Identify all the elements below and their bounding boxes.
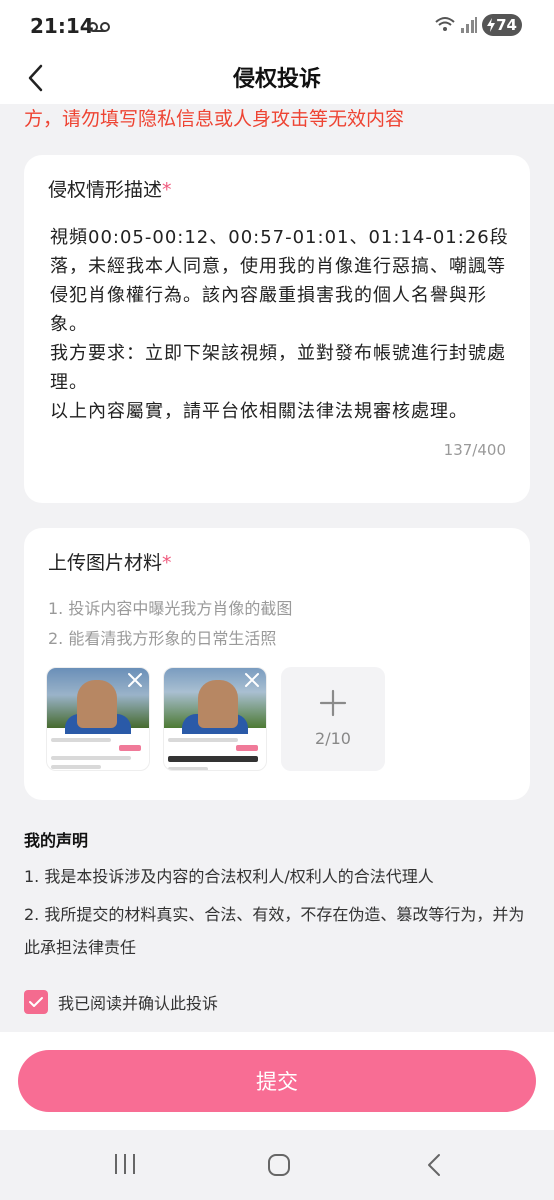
person-head bbox=[77, 680, 117, 728]
page-title: 侵权投诉 bbox=[232, 67, 321, 92]
image-count: 2/10 bbox=[315, 729, 351, 748]
recent-apps-icon[interactable] bbox=[112, 1152, 138, 1180]
description-title-text: 侵权情形描述 bbox=[48, 179, 163, 201]
upload-hint-2: 2. 能看清我方形象的日常生活照 bbox=[48, 629, 277, 648]
description-card: 侵权情形描述* 視頻00:05-00:12、00:57-01:01、01:14-… bbox=[24, 155, 530, 503]
system-navigation-bar bbox=[0, 1130, 554, 1200]
wifi-icon bbox=[434, 14, 456, 38]
upload-title-text: 上传图片材料 bbox=[48, 552, 163, 574]
agree-checkbox[interactable] bbox=[24, 990, 48, 1014]
uploaded-image-thumbnail[interactable] bbox=[163, 667, 267, 771]
declaration-item-1: 1. 我是本投诉涉及内容的合法权利人/权利人的合法代理人 bbox=[24, 867, 434, 886]
upload-title: 上传图片材料* bbox=[48, 548, 172, 575]
required-star: * bbox=[162, 179, 172, 201]
upload-hint-1: 1. 投诉内容中曝光我方肖像的截图 bbox=[48, 599, 293, 618]
plus-icon bbox=[319, 689, 347, 717]
remove-image-button[interactable] bbox=[242, 670, 262, 690]
person-head bbox=[198, 680, 238, 728]
checkmark-icon bbox=[29, 997, 43, 1007]
char-counter: 137/400 bbox=[443, 441, 506, 459]
screenshot-lines bbox=[168, 738, 264, 770]
declaration-title: 我的声明 bbox=[24, 831, 89, 850]
agree-label: 我已阅读并确认此投诉 bbox=[58, 994, 219, 1013]
screenshot-lines bbox=[51, 738, 147, 770]
home-icon[interactable] bbox=[266, 1152, 292, 1182]
status-time: 21:14 bbox=[30, 14, 94, 38]
remove-image-button[interactable] bbox=[125, 670, 145, 690]
close-icon bbox=[128, 673, 142, 687]
close-icon bbox=[245, 673, 259, 687]
nav-bar: 侵权投诉 bbox=[0, 52, 554, 104]
upload-card: 上传图片材料* 1. 投诉内容中曝光我方肖像的截图 2. 能看清我方形象的日常生… bbox=[24, 528, 530, 800]
voicemail-icon bbox=[88, 18, 110, 37]
privacy-notice: 方，请勿填写隐私信息或人身攻击等无效内容 bbox=[24, 108, 405, 130]
signal-icon bbox=[460, 16, 478, 38]
description-title: 侵权情形描述* bbox=[48, 175, 172, 202]
battery-indicator: 74 bbox=[482, 14, 522, 36]
required-star: * bbox=[162, 552, 172, 574]
description-textarea[interactable]: 視頻00:05-00:12、00:57-01:01、01:14-01:26段落，… bbox=[50, 223, 510, 426]
agree-checkbox-row[interactable]: 我已阅读并确认此投诉 bbox=[24, 988, 218, 1016]
submit-button[interactable]: 提交 bbox=[18, 1050, 536, 1112]
add-image-button[interactable]: 2/10 bbox=[281, 667, 385, 771]
bottom-action-bar: 提交 bbox=[0, 1032, 554, 1130]
uploaded-image-thumbnail[interactable] bbox=[46, 667, 150, 771]
status-bar: 21:14 74 bbox=[0, 0, 554, 52]
system-back-icon[interactable] bbox=[424, 1152, 444, 1182]
declaration-item-2: 2. 我所提交的材料真实、合法、有效，不存在伪造、篡改等行为，并为此承担法律责任 bbox=[24, 905, 525, 957]
battery-level: 74 bbox=[496, 16, 517, 34]
